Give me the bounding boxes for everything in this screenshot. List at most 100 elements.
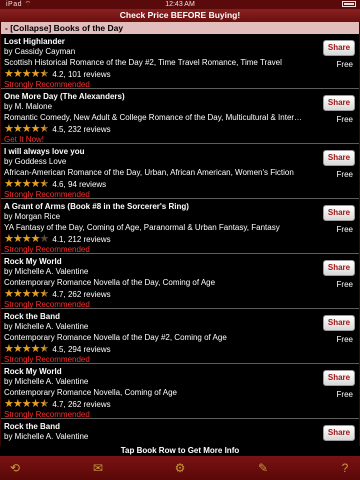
star-icon: ★: [30, 178, 41, 190]
price-label: Free: [336, 115, 353, 124]
star-icon: ★: [12, 288, 23, 300]
book-row[interactable]: Lost Highlander by Cassidy Cayman Scottish…: [1, 34, 359, 89]
book-author: by Michelle A. Valentine: [4, 322, 89, 331]
review-count: 4.5, 232 reviews: [52, 124, 111, 134]
collapse-section-toggle[interactable]: - [Collapse] Books of the Day: [1, 22, 359, 34]
book-categories: Contemporary Romance Novella, Coming of …: [4, 388, 177, 397]
star-icon: ★: [4, 398, 14, 410]
book-author: by M. Malone: [4, 102, 53, 111]
star-icon: ★: [12, 233, 23, 245]
status-time: 12:43 AM: [165, 1, 195, 8]
review-count: 4.1, 212 reviews: [52, 234, 111, 244]
share-button[interactable]: Share: [323, 370, 355, 386]
star-icon: ★: [39, 343, 50, 355]
book-title: Rock the Band: [4, 312, 61, 321]
book-author: by Michelle A. Valentine: [4, 377, 89, 386]
book-title: Rock My World: [4, 367, 62, 376]
price-label: Free: [336, 280, 353, 289]
star-icon: ★: [12, 343, 23, 355]
star-icon: ★: [12, 68, 23, 80]
price-label: Free: [336, 60, 353, 69]
footer-hint: Tap Book Row to Get More Info: [0, 446, 360, 456]
star-icon: ★: [4, 68, 14, 80]
mail-icon[interactable]: ✉: [91, 461, 105, 475]
share-button[interactable]: Share: [323, 205, 355, 221]
star-icon: ★: [30, 288, 41, 300]
share-button[interactable]: Share: [323, 425, 355, 441]
review-count: 4.7, 262 reviews: [52, 289, 111, 299]
book-author: by Goddess Love: [4, 157, 67, 166]
book-row[interactable]: A Grant of Arms (Book #8 in the Sorcerer…: [1, 199, 359, 254]
book-categories: Romantic Comedy, New Adult & College Rom…: [4, 113, 303, 122]
book-row[interactable]: I will always love you by Goddess Love Afr…: [1, 144, 359, 199]
book-categories: African-American Romance of the Day, Urb…: [4, 168, 294, 177]
star-icon: ★: [12, 398, 23, 410]
book-title: A Grant of Arms (Book #8 in the Sorcerer…: [4, 202, 189, 211]
battery-icon: [340, 0, 356, 9]
rating-row: ★ ★ ★ ★ ★ 4.6, 94 reviews: [4, 178, 359, 190]
book-row[interactable]: Rock My World by Michelle A. Valentine Con…: [1, 254, 359, 309]
book-row[interactable]: One More Day (The Alexanders) by M. Malon…: [1, 89, 359, 144]
review-count: 4.2, 101 reviews: [52, 69, 111, 79]
page-title: Check Price BEFORE Buying!: [0, 9, 360, 22]
book-categories: Contemporary Romance Novella of the Day …: [4, 333, 227, 342]
review-count: 4.6, 94 reviews: [52, 179, 107, 189]
book-author: by Cassidy Cayman: [4, 47, 76, 56]
book-row[interactable]: Rock the Band by Michelle A. Valentine Sha…: [1, 419, 359, 446]
share-button[interactable]: Share: [323, 95, 355, 111]
star-icon: ★: [21, 233, 32, 245]
star-icon: ★: [39, 68, 50, 80]
star-icon: ★: [30, 233, 41, 245]
help-icon[interactable]: ?: [338, 461, 352, 475]
gear-icon[interactable]: ⚙: [173, 461, 187, 475]
star-icon: ★: [21, 68, 32, 80]
star-icon: ★: [4, 343, 14, 355]
book-title: One More Day (The Alexanders): [4, 92, 125, 101]
star-rating: ★ ★ ★ ★ ★: [4, 288, 50, 300]
star-icon: ★: [30, 68, 41, 80]
refresh-icon[interactable]: ⟲: [8, 461, 22, 475]
book-title: I will always love you: [4, 147, 85, 156]
price-label: Free: [336, 225, 353, 234]
price-label: Free: [336, 390, 353, 399]
star-icon: ★: [39, 123, 50, 135]
star-icon: ★: [12, 123, 23, 135]
star-icon: ★: [21, 288, 32, 300]
book-title: Rock the Band: [4, 422, 61, 431]
share-button[interactable]: Share: [323, 260, 355, 276]
star-rating: ★ ★ ★ ★ ★: [4, 398, 49, 410]
star-rating: ★ ★ ★ ★ ★: [4, 123, 50, 135]
star-icon: ★: [4, 233, 14, 245]
pencil-icon[interactable]: ✎: [256, 461, 270, 475]
book-row[interactable]: Rock the Band by Michelle A. Valentine Con…: [1, 309, 359, 364]
review-count: 4.5, 294 reviews: [52, 344, 111, 354]
rating-row: ★ ★ ★ ★ ★ 4.1, 212 reviews: [4, 233, 359, 245]
share-button[interactable]: Share: [323, 40, 355, 56]
bottom-toolbar: ⟲ ✉ ⚙ ✎ ?: [0, 456, 360, 480]
book-title: Rock My World: [4, 257, 62, 266]
star-icon: ★: [4, 288, 14, 300]
star-icon: ★: [12, 178, 23, 190]
star-icon: ★: [4, 123, 14, 135]
book-categories: Scottish Historical Romance of the Day #…: [4, 58, 282, 67]
share-button[interactable]: Share: [323, 315, 355, 331]
rating-row: ★ ★ ★ ★ ★ 4.7, 262 reviews: [4, 288, 359, 300]
rating-row: ★ ★ ★ ★ ★ 4.5, 232 reviews: [4, 123, 359, 135]
rating-row: ★ ★ ★ ★ ★ 4.2, 101 reviews: [4, 68, 359, 80]
price-label: Free: [336, 170, 353, 179]
book-row[interactable]: Rock My World by Michelle A. Valentine Con…: [1, 364, 359, 419]
rating-row: ★ ★ ★ ★ ★ 4.5, 294 reviews: [4, 343, 359, 355]
book-categories: YA Fantasy of the Day, Coming of Age, Pa…: [4, 223, 280, 232]
star-icon: ★: [21, 398, 32, 410]
book-author: by Morgan Rice: [4, 212, 61, 221]
book-categories: Contemporary Romance Novella of the Day,…: [4, 278, 216, 287]
share-button[interactable]: Share: [323, 150, 355, 166]
book-title: Lost Highlander: [4, 37, 65, 46]
book-list[interactable]: Lost Highlander by Cassidy Cayman Scottish…: [1, 34, 359, 446]
star-icon: ★: [39, 233, 50, 245]
star-icon: ★: [30, 398, 41, 410]
price-label: Free: [336, 335, 353, 344]
book-author: by Michelle A. Valentine: [4, 432, 89, 441]
star-rating: ★ ★ ★ ★ ★: [4, 178, 49, 190]
star-icon: ★: [39, 288, 50, 300]
